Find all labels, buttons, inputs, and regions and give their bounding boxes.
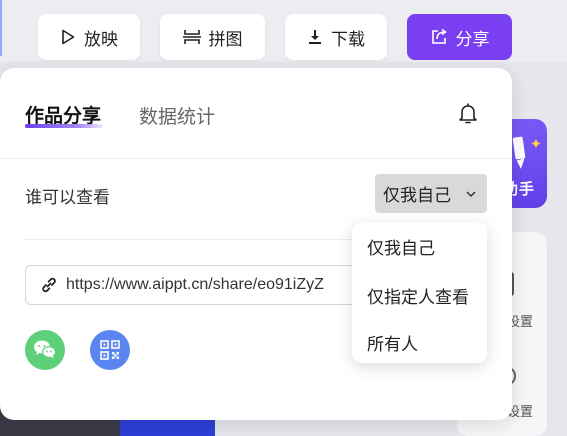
collage-button[interactable]: 拼图 bbox=[160, 14, 265, 60]
qrcode-icon bbox=[100, 340, 120, 360]
dropdown-option-only-me[interactable]: 仅我自己 bbox=[367, 234, 435, 259]
bell-icon[interactable] bbox=[454, 99, 482, 127]
download-icon bbox=[309, 30, 321, 44]
play-label: 放映 bbox=[84, 29, 118, 50]
header-divider bbox=[0, 158, 512, 159]
download-label: 下载 bbox=[331, 29, 365, 50]
play-button[interactable]: 放映 bbox=[38, 14, 140, 60]
visibility-select-value: 仅我自己 bbox=[383, 186, 451, 206]
play-icon bbox=[62, 29, 75, 45]
collage-label: 拼图 bbox=[208, 29, 243, 50]
qrcode-share-button[interactable] bbox=[90, 330, 130, 370]
active-tab-indicator bbox=[25, 124, 103, 128]
share-label: 分享 bbox=[455, 29, 490, 50]
share-link-field[interactable]: https://www.aippt.cn/share/eo91iZyZ bbox=[25, 265, 365, 305]
dropdown-option-everyone[interactable]: 所有人 bbox=[367, 330, 418, 355]
share-button[interactable]: 分享 bbox=[407, 14, 512, 60]
share-export-icon bbox=[431, 28, 447, 44]
download-button[interactable]: 下载 bbox=[285, 14, 387, 60]
link-icon bbox=[42, 277, 56, 293]
share-link-url: https://www.aippt.cn/share/eo91iZyZ bbox=[66, 276, 324, 293]
collage-icon bbox=[182, 30, 201, 44]
who-can-view-label: 谁可以查看 bbox=[25, 188, 110, 208]
dropdown-option-specified-people[interactable]: 仅指定人查看 bbox=[367, 283, 469, 308]
canvas-edge-accent bbox=[0, 0, 2, 56]
wechat-share-button[interactable] bbox=[25, 330, 65, 370]
chevron-down-icon bbox=[466, 190, 476, 197]
tab-data-statistics[interactable]: 数据统计 bbox=[139, 102, 215, 129]
visibility-select[interactable]: 仅我自己 bbox=[375, 174, 487, 213]
wechat-icon bbox=[34, 340, 57, 359]
